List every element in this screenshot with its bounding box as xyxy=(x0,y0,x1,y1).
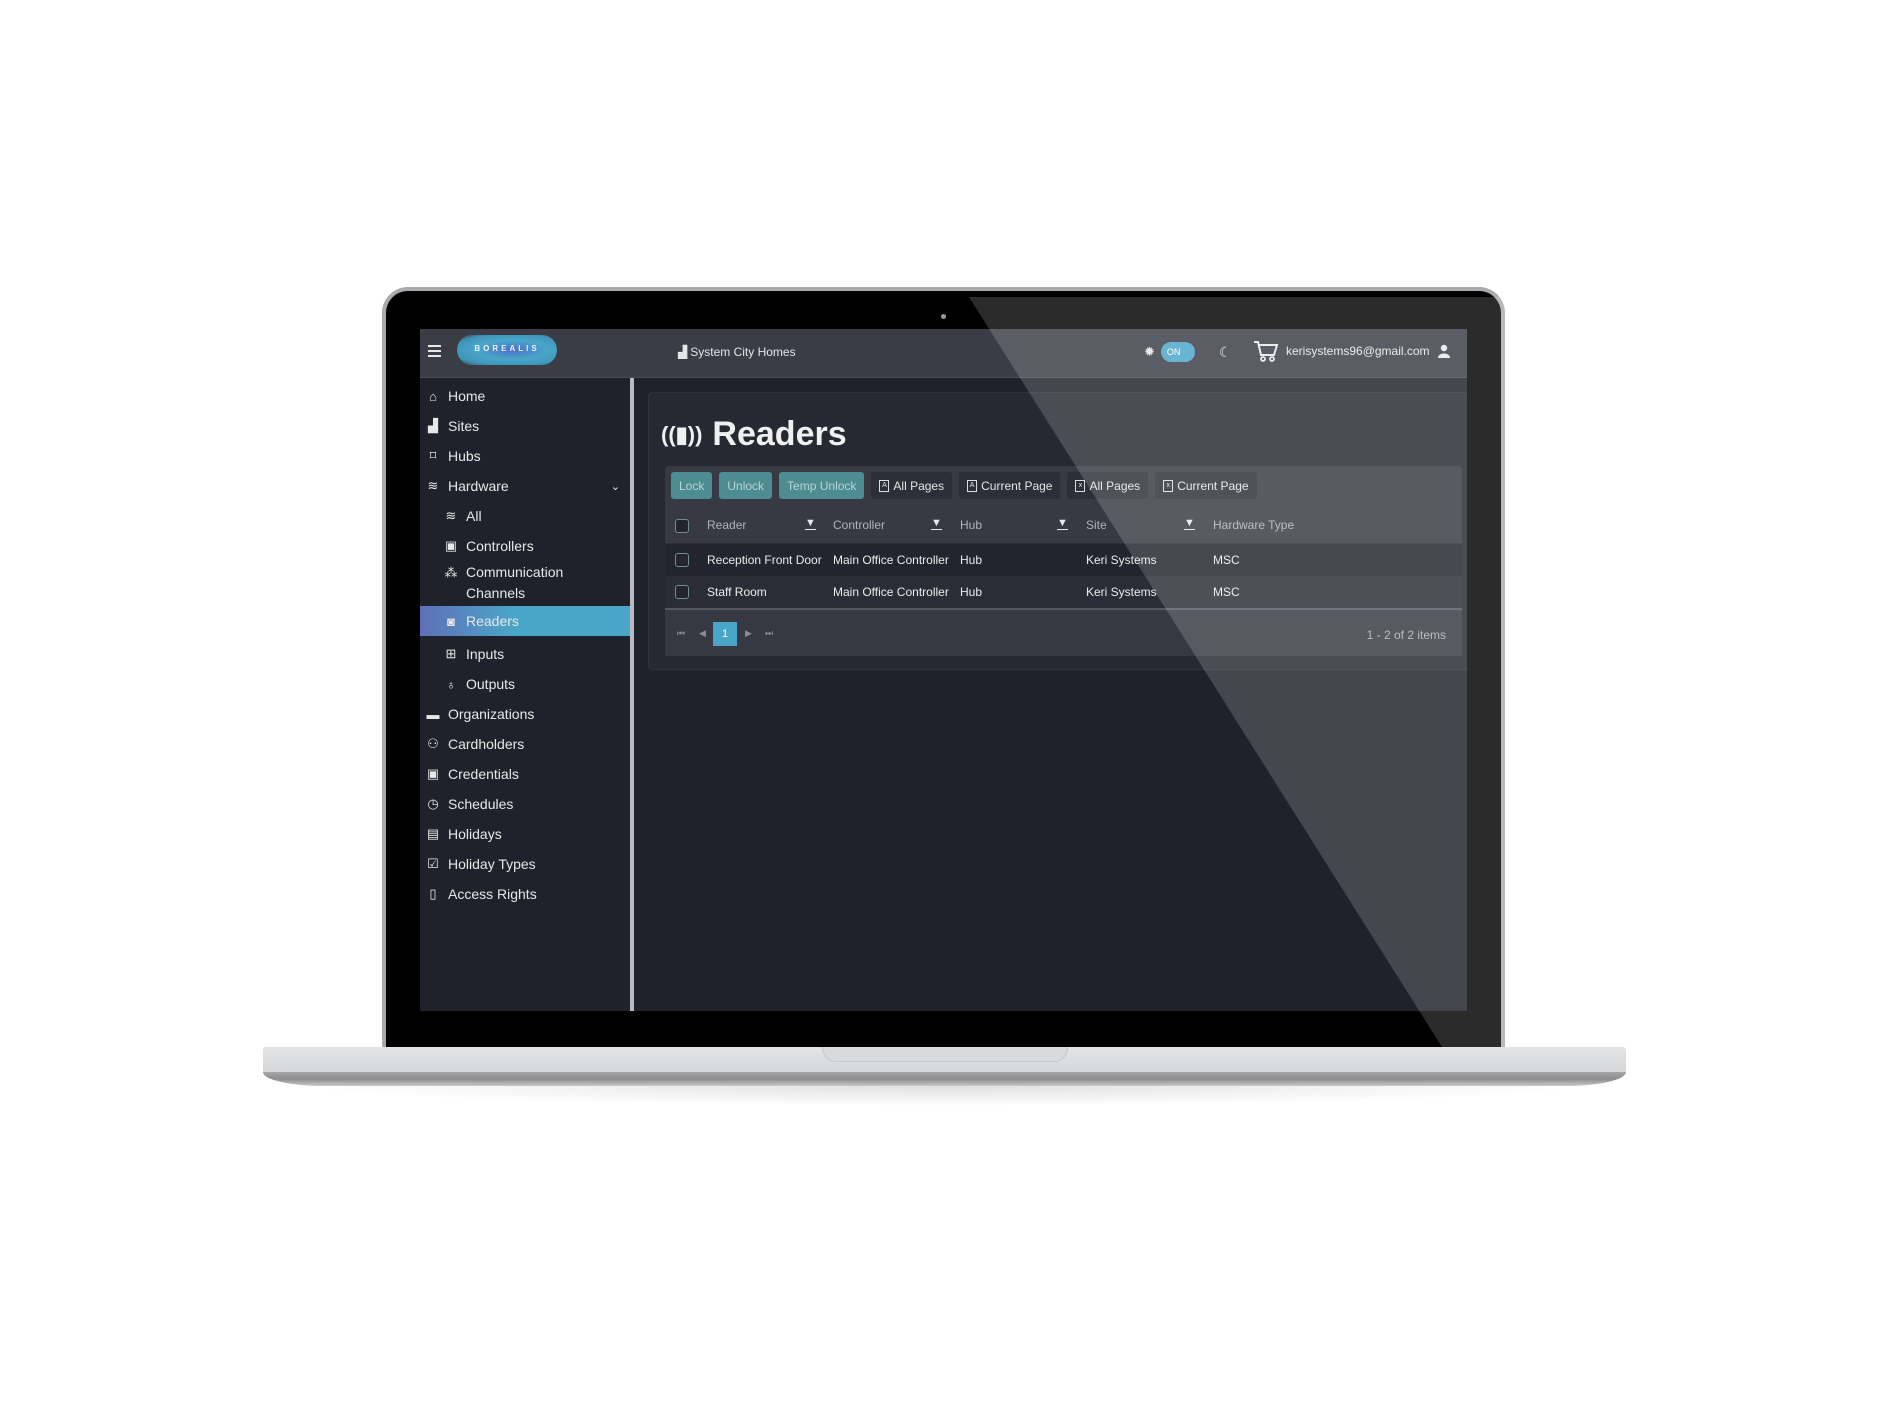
chevron-down-icon: ⌄ xyxy=(610,480,620,493)
cell-hub: Hub xyxy=(960,553,983,567)
sidebar: ⌂ Home ▟ Sites ⌑ Hubs ≋ Hardware ⌄ ≋ All ▣ Cont… xyxy=(420,378,630,1011)
cell-controller: Main Office Controller xyxy=(833,553,949,567)
excel-file-icon: x xyxy=(1163,479,1174,492)
building-icon: ▟ xyxy=(678,345,688,359)
column-header-hub[interactable]: Hub xyxy=(960,518,982,532)
readers-card: ((▮)) Readers Lock Unlock Temp Unlock AA… xyxy=(648,392,1467,670)
sidebar-item-readers[interactable]: ◙ Readers xyxy=(420,606,630,636)
filter-icon[interactable]: ▼ xyxy=(931,518,942,530)
pager: ⏮ ◀ 1 ▶ ⏭ 1 - 2 of 2 items xyxy=(665,612,1462,656)
pdf-file-icon: A xyxy=(879,479,890,492)
lock-button[interactable]: Lock xyxy=(671,472,713,499)
column-header-site[interactable]: Site xyxy=(1086,518,1107,532)
column-header-reader[interactable]: Reader xyxy=(707,518,746,532)
filter-icon[interactable]: ▼ xyxy=(805,518,816,530)
table-header: Reader ▼ Controller ▼ Hub ▼ Site ▼ Hardw… xyxy=(665,508,1462,544)
calendar-check-icon: ☑ xyxy=(427,856,439,871)
camera-dot xyxy=(941,314,946,319)
laptop-base-lip xyxy=(263,1072,1626,1086)
table-row[interactable]: Reception Front Door Main Office Control… xyxy=(665,544,1462,576)
export-pdf-current-page-button[interactable]: A Current Page xyxy=(959,472,1061,499)
network-icon: ⁂ xyxy=(444,565,458,580)
page-button-current[interactable]: 1 xyxy=(713,622,737,646)
moon-icon: ☾ xyxy=(1218,343,1232,360)
page-title: ((▮)) Readers xyxy=(661,415,847,453)
cell-reader: Staff Room xyxy=(707,585,767,599)
cell-controller: Main Office Controller xyxy=(833,585,949,599)
column-header-controller[interactable]: Controller xyxy=(833,518,885,532)
export-pdf-all-pages-button[interactable]: A All Pages xyxy=(871,472,953,499)
last-page-icon[interactable]: ⏭ xyxy=(765,628,773,639)
layers-icon: ≋ xyxy=(445,508,457,523)
filter-icon[interactable]: ▼ xyxy=(1057,518,1068,530)
door-icon: ▯ xyxy=(429,886,437,901)
reader-icon: ((▮)) xyxy=(661,421,703,447)
briefcase-icon: ▬ xyxy=(426,706,440,722)
site-selector[interactable]: ▟ System City Homes xyxy=(678,345,796,359)
grid-toolbar: Lock Unlock Temp Unlock A All Pages A Curr… xyxy=(671,472,1257,499)
first-page-icon[interactable]: ⏮ xyxy=(677,628,685,639)
readers-grid: Lock Unlock Temp Unlock A All Pages A Curr… xyxy=(665,466,1462,656)
sidebar-item-communication-channels[interactable]: ⁂ Communication Channels xyxy=(420,558,630,602)
laptop-shadow xyxy=(300,1086,1590,1106)
user-email[interactable]: kerisystems96@gmail.com xyxy=(1286,344,1430,358)
plus-square-icon: ⊞ xyxy=(445,646,457,661)
laptop-notch xyxy=(822,1047,1068,1062)
cell-site: Keri Systems xyxy=(1086,553,1157,567)
theme-toggle[interactable]: ON xyxy=(1160,342,1207,362)
calendar-icon: ▤ xyxy=(426,826,440,841)
reader-icon: ◙ xyxy=(447,613,455,629)
cart-icon[interactable] xyxy=(1253,339,1279,363)
home-icon: ⌂ xyxy=(429,388,437,404)
row-checkbox[interactable] xyxy=(675,553,689,567)
building-icon: ▟ xyxy=(428,418,438,433)
hub-icon: ⌑ xyxy=(429,448,437,463)
cell-hardware-type: MSC xyxy=(1213,553,1240,567)
export-excel-all-pages-button[interactable]: x All Pages xyxy=(1067,472,1149,499)
cell-hub: Hub xyxy=(960,585,983,599)
clock-icon: ◷ xyxy=(427,796,439,811)
cell-reader: Reception Front Door xyxy=(707,553,822,567)
sun-icon: ✹ xyxy=(1144,344,1155,359)
theme-switcher: ✹ ON ☾ xyxy=(1144,342,1231,362)
user-plus-icon: ⚇ xyxy=(427,736,439,751)
borealis-logo[interactable]: BOREALIS xyxy=(457,335,557,365)
cell-site: Keri Systems xyxy=(1086,585,1157,599)
hamburger-menu-icon[interactable] xyxy=(428,345,441,357)
excel-file-icon: x xyxy=(1075,479,1086,492)
prev-page-icon[interactable]: ◀ xyxy=(699,628,706,639)
next-page-icon[interactable]: ▶ xyxy=(745,628,752,639)
pager-info: 1 - 2 of 2 items xyxy=(1366,628,1446,642)
select-all-checkbox[interactable] xyxy=(675,519,689,533)
sidebar-item-access-rights[interactable]: ▯ Access Rights xyxy=(420,876,630,912)
export-excel-current-page-button[interactable]: x Current Page xyxy=(1155,472,1257,499)
cell-hardware-type: MSC xyxy=(1213,585,1240,599)
lightbulb-icon: ♁ xyxy=(446,676,456,692)
app-screen: BOREALIS ▟ System City Homes ✹ ON ☾ keris… xyxy=(420,329,1467,1011)
temp-unlock-button[interactable]: Temp Unlock xyxy=(779,472,865,499)
layers-icon: ≋ xyxy=(427,478,439,493)
top-header: BOREALIS ▟ System City Homes ✹ ON ☾ keris… xyxy=(420,329,1467,378)
user-icon[interactable] xyxy=(1438,344,1450,358)
id-card-icon: ▣ xyxy=(426,766,440,781)
sidebar-scrollbar[interactable] xyxy=(630,378,634,1011)
pdf-file-icon: A xyxy=(967,479,978,492)
unlock-button[interactable]: Unlock xyxy=(719,472,773,499)
controller-icon: ▣ xyxy=(444,538,458,553)
column-header-hardware-type[interactable]: Hardware Type xyxy=(1213,518,1294,532)
table-row[interactable]: Staff Room Main Office Controller Hub Ke… xyxy=(665,576,1462,610)
filter-icon[interactable]: ▼ xyxy=(1184,518,1195,530)
row-checkbox[interactable] xyxy=(675,585,689,599)
